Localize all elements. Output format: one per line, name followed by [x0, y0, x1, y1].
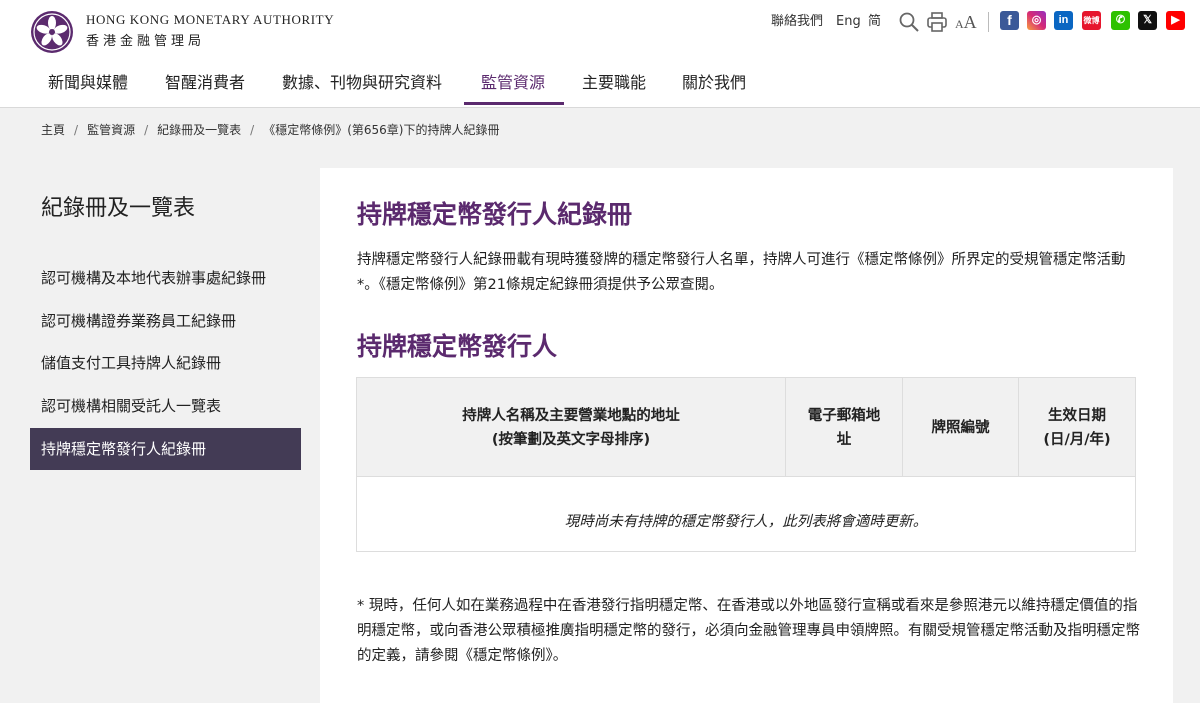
column-header-line: (日/月/年)	[1043, 431, 1111, 448]
org-name-zh[interactable]: 香港金融管理局	[86, 30, 205, 49]
footnote: * 現時，任何人如在業務過程中在香港發行指明穩定幣、在香港或以外地區發行宣稱或看…	[357, 598, 1140, 664]
table-empty-message: 現時尚未有持牌的穩定幣發行人，此列表將會適時更新。	[564, 514, 928, 530]
font-size-small-glyph: A	[955, 17, 964, 31]
breadcrumb-separator: /	[250, 123, 255, 137]
linkedin-icon[interactable]: in	[1054, 11, 1073, 30]
facebook-icon[interactable]: f	[1000, 11, 1019, 30]
breadcrumb-current: 《穩定幣條例》(第656章)下的持牌人紀錄冊	[263, 123, 500, 137]
breadcrumb-home[interactable]: 主頁	[41, 123, 65, 137]
sidebar-item-trustees-list[interactable]: 認可機構相關受託人一覽表	[30, 385, 301, 427]
nav-item-about-us[interactable]: 關於我們	[682, 64, 746, 106]
header-divider	[988, 12, 989, 32]
font-size-large-glyph: A	[963, 12, 977, 32]
nav-item-data-publications[interactable]: 數據、刊物與研究資料	[282, 64, 442, 106]
nav-item-regulatory-resources[interactable]: 監管資源	[481, 64, 545, 106]
column-header-effective-date: 生效日期 (日/月/年)	[1019, 378, 1135, 477]
search-icon[interactable]	[898, 11, 920, 33]
lang-simplified-link[interactable]: 简	[868, 12, 881, 32]
x-icon[interactable]: 𝕏	[1138, 11, 1157, 30]
column-header-line: 址	[836, 431, 852, 448]
sidebar-item-securities-staff[interactable]: 認可機構證券業務員工紀錄冊	[30, 300, 301, 342]
sidebar-title: 紀錄冊及一覽表	[41, 196, 196, 221]
org-name-en[interactable]: HONG KONG MONETARY AUTHORITY	[86, 12, 334, 28]
breadcrumb: 主頁 / 監管資源 / 紀錄冊及一覽表 / 《穩定幣條例》(第656章)下的持牌人紀錄冊	[41, 121, 499, 138]
column-header-line: 生效日期	[1047, 407, 1106, 424]
breadcrumb-separator: /	[74, 123, 79, 137]
column-header-line: 電子郵箱地	[807, 407, 881, 424]
section-title: 持牌穩定幣發行人	[357, 332, 558, 361]
column-header-licence-no: 牌照編號	[903, 378, 1019, 477]
site-header: HONG KONG MONETARY AUTHORITY 香港金融管理局 聯絡我…	[0, 0, 1200, 108]
breadcrumb-registers[interactable]: 紀錄冊及一覽表	[157, 123, 241, 137]
licensees-table: 持牌人名稱及主要營業地點的地址 (按筆劃及英文字母排序) 電子郵箱地址 牌照編號 …	[356, 377, 1136, 552]
print-icon[interactable]	[926, 11, 948, 33]
wechat-icon[interactable]: ✆	[1111, 11, 1130, 30]
breadcrumb-regulatory[interactable]: 監管資源	[87, 123, 135, 137]
breadcrumb-separator: /	[144, 123, 149, 137]
column-header-line: 持牌人名稱及主要營業地點的地址	[462, 407, 680, 424]
intro-paragraph: 持牌穩定幣發行人紀錄冊載有現時獲發牌的穩定幣發行人名單，持牌人可進行《穩定幣條例…	[357, 252, 1126, 293]
youtube-icon[interactable]: ▶	[1166, 11, 1185, 30]
weibo-icon[interactable]: 微博	[1082, 11, 1101, 30]
contact-link[interactable]: 聯絡我們	[771, 12, 823, 32]
hkma-logo-icon[interactable]	[30, 10, 74, 54]
table-header: 持牌人名稱及主要營業地點的地址 (按筆劃及英文字母排序) 電子郵箱地址 牌照編號 …	[357, 378, 1135, 477]
nav-item-news[interactable]: 新聞與媒體	[48, 64, 128, 106]
column-header-email: 電子郵箱地址	[786, 378, 903, 477]
column-header-line: 牌照編號	[931, 419, 990, 436]
font-size-icon[interactable]: AA	[955, 12, 979, 34]
nav-item-consumers[interactable]: 智醒消費者	[165, 64, 245, 106]
page-title: 持牌穩定幣發行人紀錄冊	[357, 200, 633, 229]
column-header-name-address: 持牌人名稱及主要營業地點的地址 (按筆劃及英文字母排序)	[357, 378, 786, 477]
lang-english-link[interactable]: Eng	[836, 12, 861, 32]
sidebar-item-ai-register[interactable]: 認可機構及本地代表辦事處紀錄冊	[30, 257, 301, 299]
sidebar-item-stablecoin-register[interactable]: 持牌穩定幣發行人紀錄冊	[30, 428, 301, 470]
column-header-line: (按筆劃及英文字母排序)	[491, 431, 651, 448]
nav-active-indicator	[464, 102, 564, 105]
sidebar-item-svf-register[interactable]: 儲值支付工具持牌人紀錄冊	[30, 342, 301, 384]
nav-item-key-functions[interactable]: 主要職能	[582, 64, 646, 106]
instagram-icon[interactable]: ◎	[1027, 11, 1046, 30]
